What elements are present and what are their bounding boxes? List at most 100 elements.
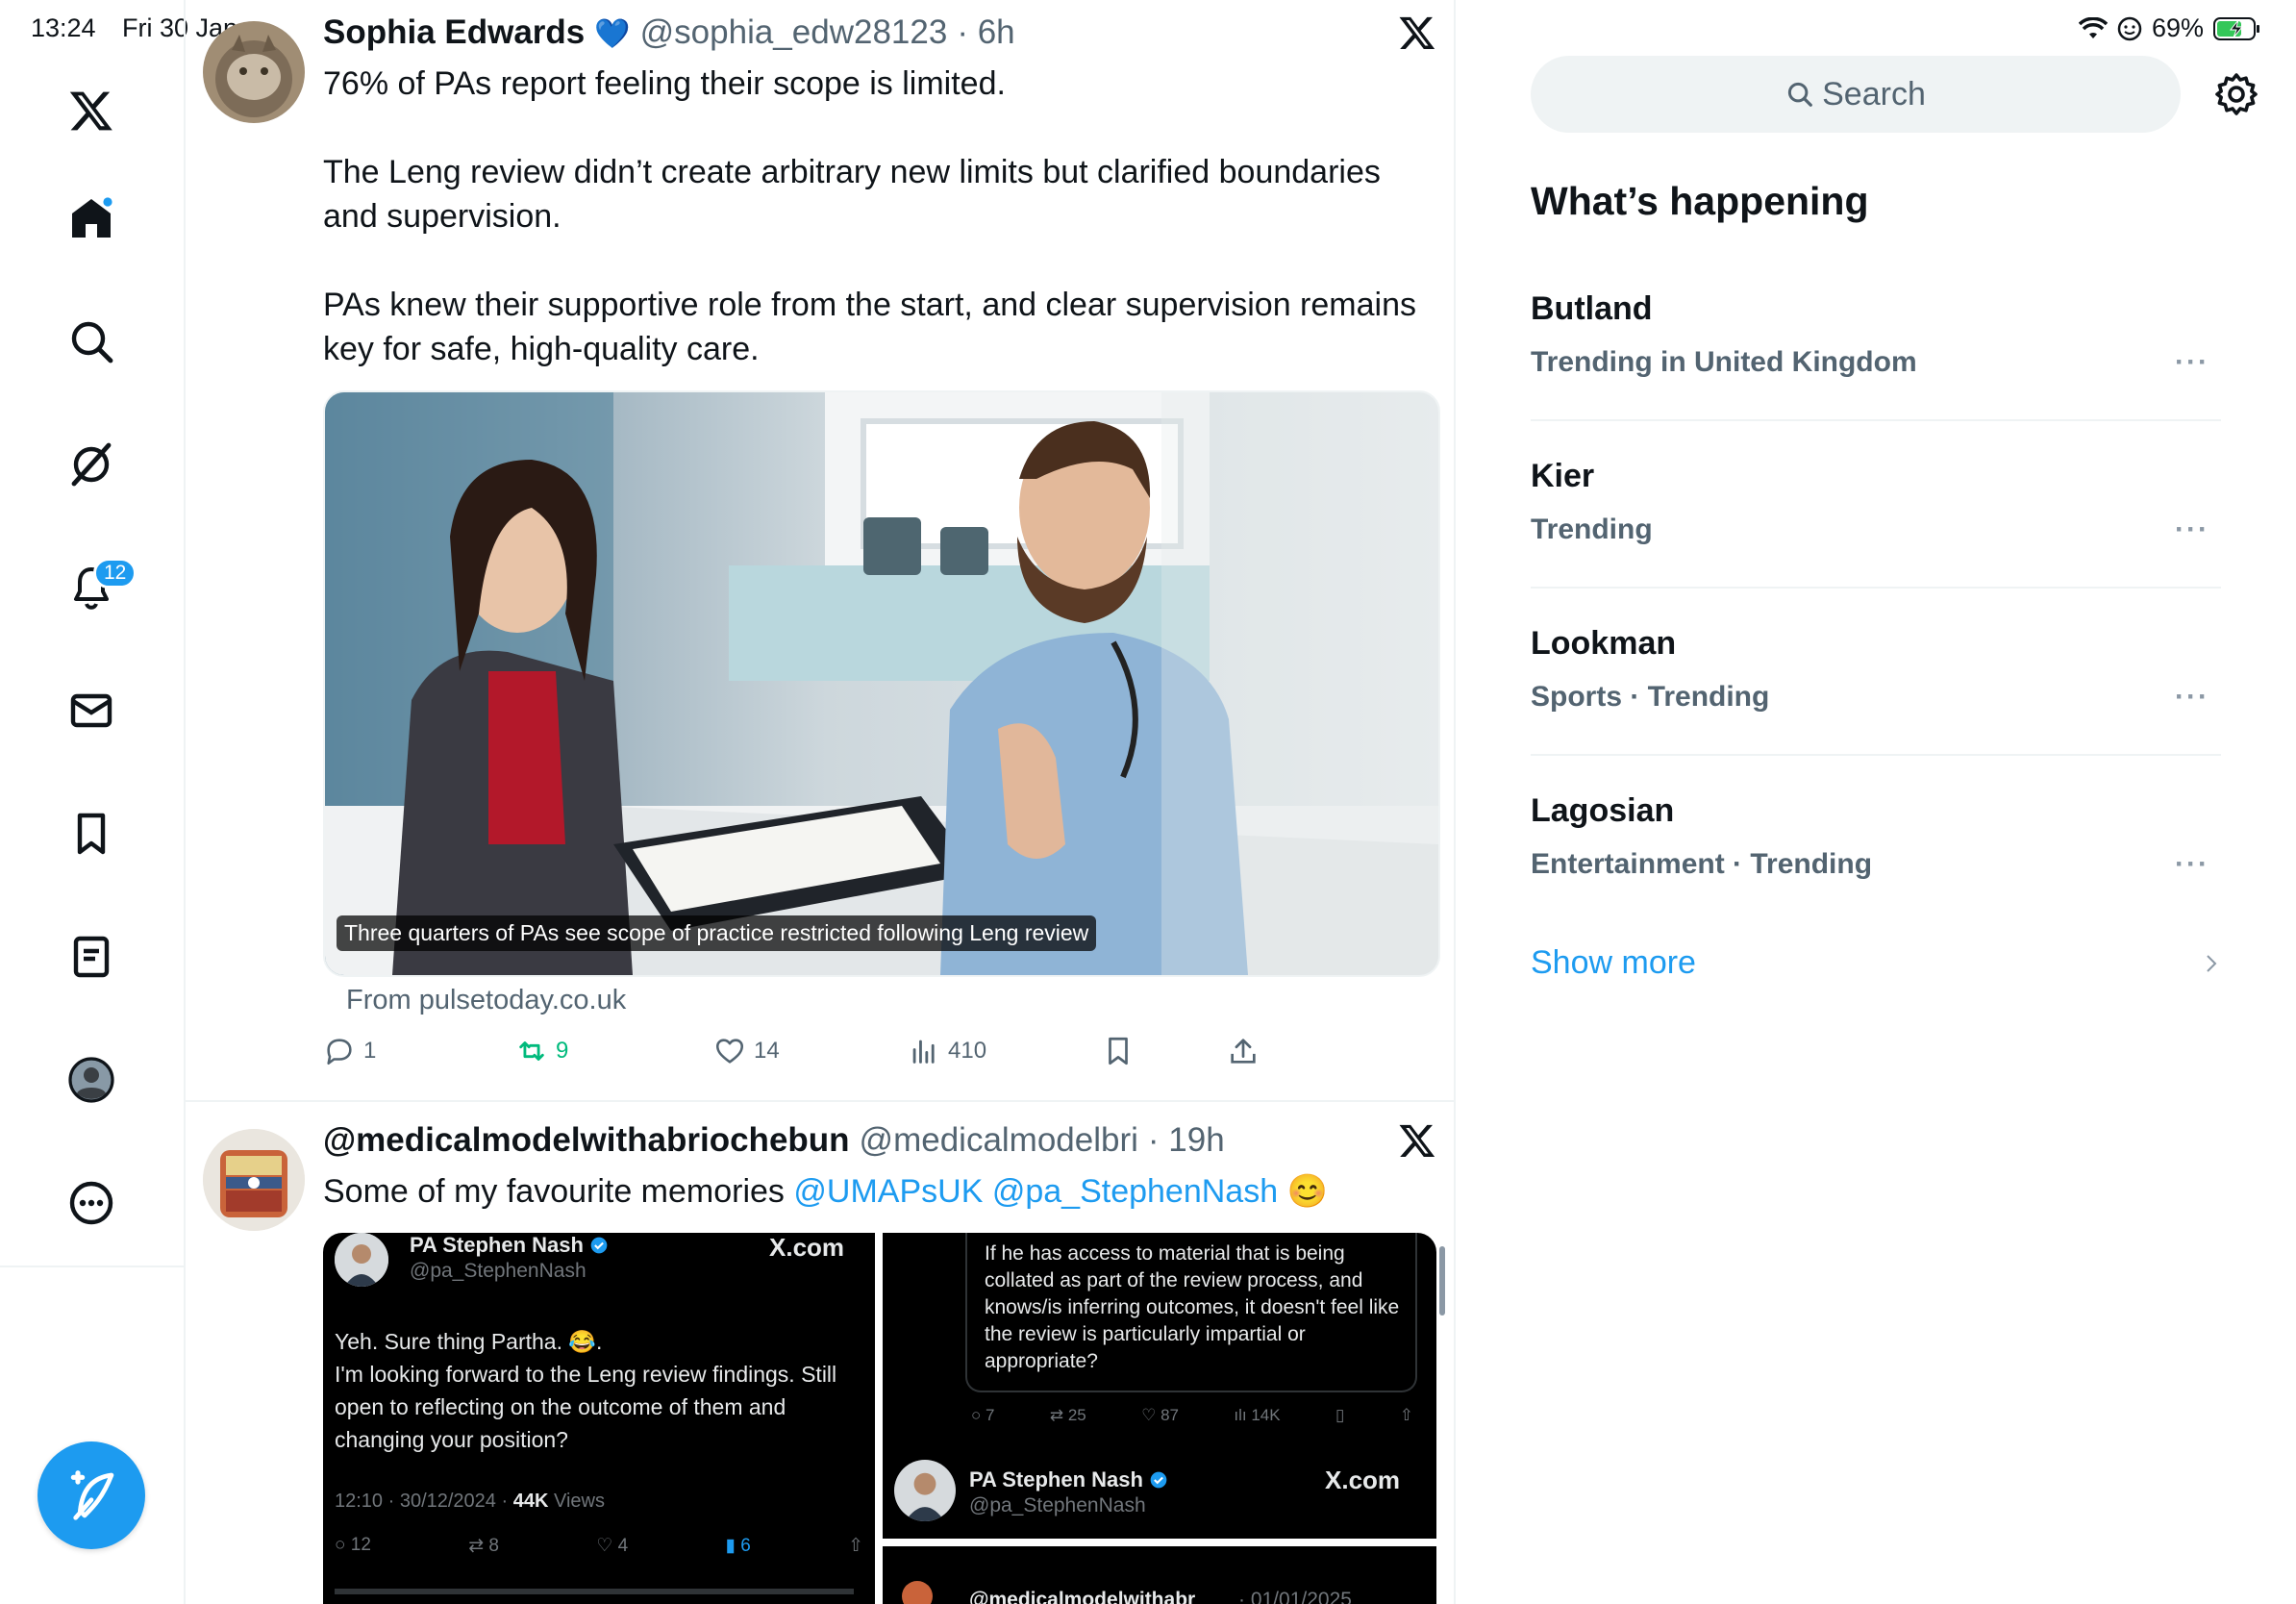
trend-more-icon[interactable]: ··· [2175, 346, 2209, 379]
blue-heart-icon: 💙 [594, 18, 631, 50]
focus-icon [2117, 16, 2142, 40]
embed-right-likes-count: 87 [1160, 1406, 1179, 1424]
search-icon[interactable] [58, 308, 125, 375]
embed-left-likes-count: 4 [617, 1536, 629, 1556]
tweet1-author-name[interactable]: Sophia Edwards [323, 13, 585, 52]
tweet1-link-card[interactable]: Three quarters of PAs see scope of pract… [323, 390, 1440, 977]
embed-right-likes: ♡ 87 [1141, 1406, 1179, 1424]
embed-left-views-label: Views [548, 1491, 605, 1512]
tweet1-avatar[interactable] [203, 21, 305, 123]
search-placeholder: Search [1822, 75, 1926, 113]
tweet1-card-image [325, 392, 1438, 975]
embed-right-handle: @pa_StephenNash [969, 1494, 1146, 1516]
show-more-link[interactable]: Show more [1531, 944, 1696, 982]
tweet2-x-source-icon[interactable] [1398, 1121, 1436, 1160]
trend-more-icon[interactable]: ··· [2175, 514, 2209, 546]
bookmarks-icon[interactable] [58, 800, 125, 867]
embed-right-share-icon: ⇧ [1399, 1406, 1413, 1424]
embed-left-bookmarks: ▮ 6 [725, 1536, 751, 1556]
embed-left-reposts: ⇄ 8 [468, 1536, 499, 1556]
embed-right-bookmark-icon: ▯ [1335, 1406, 1345, 1424]
timeline-scrollbar[interactable] [1439, 1246, 1445, 1316]
embed-left-name: PA Stephen Nash [410, 1233, 584, 1257]
search-icon [1788, 82, 1812, 107]
embed-left-name-row: PA Stephen Nash [410, 1233, 609, 1258]
tweet2-text: Some of my favourite memories @UMAPsUK @… [323, 1169, 1328, 1214]
status-indicators: 69% [2079, 13, 2261, 43]
embed-left-brand: X.com [769, 1233, 845, 1262]
views-chart-icon [912, 1040, 935, 1064]
profile-avatar-icon[interactable] [58, 1046, 125, 1114]
tweet2-handle[interactable]: @medicalmodelbri [860, 1121, 1138, 1160]
x-logo-icon[interactable] [58, 77, 125, 144]
trend-title[interactable]: Butland [1531, 290, 1653, 328]
embed-left-avatar [335, 1233, 388, 1287]
share-icon [1231, 1039, 1256, 1064]
repost-icon [519, 1041, 544, 1061]
settings-gear-icon[interactable] [2213, 71, 2259, 117]
smile-emoji: 😊 [1286, 1173, 1328, 1210]
trend-subtitle: Trending [1531, 514, 1653, 545]
embed-right-brand: X.com [1325, 1466, 1401, 1494]
tweet1-x-source-icon[interactable] [1398, 13, 1436, 52]
embed-left-reposts-count: 8 [488, 1536, 499, 1556]
status-time: 13:24 [31, 13, 96, 42]
embed-right-name: PA Stephen Nash [969, 1467, 1143, 1491]
home-icon[interactable] [58, 185, 125, 252]
tweet2-time: · 19h [1147, 1121, 1225, 1159]
compose-button[interactable] [37, 1441, 145, 1549]
reply-icon [327, 1039, 352, 1065]
grok-icon[interactable] [58, 431, 125, 498]
tweet2-avatar[interactable] [203, 1129, 305, 1231]
embed-left-replies: ○ 12 [335, 1535, 371, 1555]
messages-icon[interactable] [58, 677, 125, 744]
trend-more-icon[interactable]: ··· [2175, 681, 2209, 714]
embed-right-actions: ○ 7 ⇄ 25 ♡ 87 ılı 14K ▯ ⇧ [971, 1406, 1413, 1425]
nav-bottom-divider [0, 1266, 185, 1267]
embed-right-quote: If he has access to material that is bei… [985, 1242, 1400, 1372]
tweet1-views-button[interactable]: 410 [908, 1035, 986, 1067]
tweet1-like-button[interactable]: 14 [713, 1035, 780, 1067]
embed-right-replies: ○ 7 [971, 1406, 995, 1424]
embed-bottom-name: @medicalmodelwithabr [969, 1589, 1196, 1604]
embed-left-cutoff-row [335, 1589, 854, 1594]
heart-icon [715, 1039, 744, 1064]
tweet2-image-right-bottom[interactable]: @medicalmodelwithabr · 01/01/2025 [883, 1546, 1436, 1604]
tweet1-reply-button[interactable]: 1 [323, 1035, 376, 1067]
tweet2-author-name[interactable]: @medicalmodelwithabriochebun [323, 1121, 850, 1160]
embed-left-views-count: 44K [512, 1491, 549, 1512]
tweet1-time: · 6h [957, 13, 1015, 51]
tweet-divider [185, 1100, 1454, 1102]
tweet1-handle[interactable]: @sophia_edw28123 [640, 13, 948, 52]
trend-more-icon[interactable]: ··· [2175, 848, 2209, 881]
embed-right-reposts: ⇄ 25 [1049, 1406, 1086, 1424]
tweet2-image-right-top[interactable]: If he has access to material that is bei… [883, 1233, 1436, 1539]
tweet1-repost-count: 9 [556, 1038, 569, 1064]
trend-title[interactable]: Lagosian [1531, 792, 1674, 830]
tweet1-text: 76% of PAs report feeling their scope is… [323, 65, 1416, 367]
trend-title[interactable]: Kier [1531, 458, 1594, 495]
trend-subtitle: Entertainment · Trending [1531, 848, 1873, 880]
mention-pa-stephennash[interactable]: @pa_StephenNash [992, 1173, 1278, 1210]
embed-left-text: Yeh. Sure thing Partha. 😂. I'm looking f… [335, 1329, 837, 1452]
wifi-icon [2079, 16, 2108, 38]
tweet1-card-source[interactable]: From pulsetoday.co.uk [346, 985, 626, 1016]
tweet1-share-button[interactable] [1227, 1035, 1267, 1067]
embed-right-name-row: PA Stephen Nash [969, 1467, 1168, 1492]
tweet1-bookmark-button[interactable] [1102, 1035, 1142, 1067]
battery-percent: 69% [2152, 13, 2205, 42]
tweet1-view-count: 410 [948, 1038, 987, 1064]
search-input[interactable]: Search [1531, 56, 2181, 133]
tweet2-image-left[interactable]: PA Stephen Nash @pa_StephenNash X.com Ye… [323, 1233, 875, 1604]
trend-title[interactable]: Lookman [1531, 625, 1676, 663]
more-options-icon[interactable] [58, 1169, 125, 1237]
tweet1-card-caption: Three quarters of PAs see scope of pract… [337, 915, 1097, 951]
tweet2-text-start: Some of my favourite memories [323, 1173, 794, 1210]
mention-umapsuk[interactable]: @UMAPsUK [793, 1173, 983, 1210]
timeline-right-border [1454, 0, 1456, 1604]
trend-divider [1531, 754, 2221, 756]
bookmark-icon [1109, 1037, 1128, 1065]
lists-icon[interactable] [58, 923, 125, 990]
tweet1-repost-button[interactable]: 9 [515, 1035, 568, 1067]
verified-badge-icon [1150, 1471, 1167, 1489]
